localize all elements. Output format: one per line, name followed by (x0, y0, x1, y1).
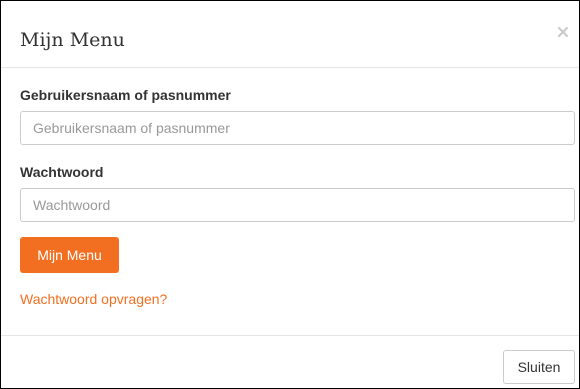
username-label: Gebruikersnaam of pasnummer (20, 87, 231, 103)
close-button[interactable]: Sluiten (503, 350, 575, 384)
login-modal: Mijn Menu Gebruikersnaam of pasnummer Wa… (0, 0, 580, 389)
modal-footer: Sluiten (1, 335, 579, 389)
modal-title: Mijn Menu (20, 29, 125, 51)
password-label: Wachtwoord (20, 164, 104, 180)
password-input[interactable] (20, 188, 575, 222)
login-button[interactable]: Mijn Menu (20, 237, 119, 273)
modal-header: Mijn Menu (1, 1, 579, 68)
username-input[interactable] (20, 111, 575, 145)
forgot-password-link[interactable]: Wachtwoord opvragen? (20, 291, 167, 307)
close-icon[interactable] (556, 25, 570, 39)
